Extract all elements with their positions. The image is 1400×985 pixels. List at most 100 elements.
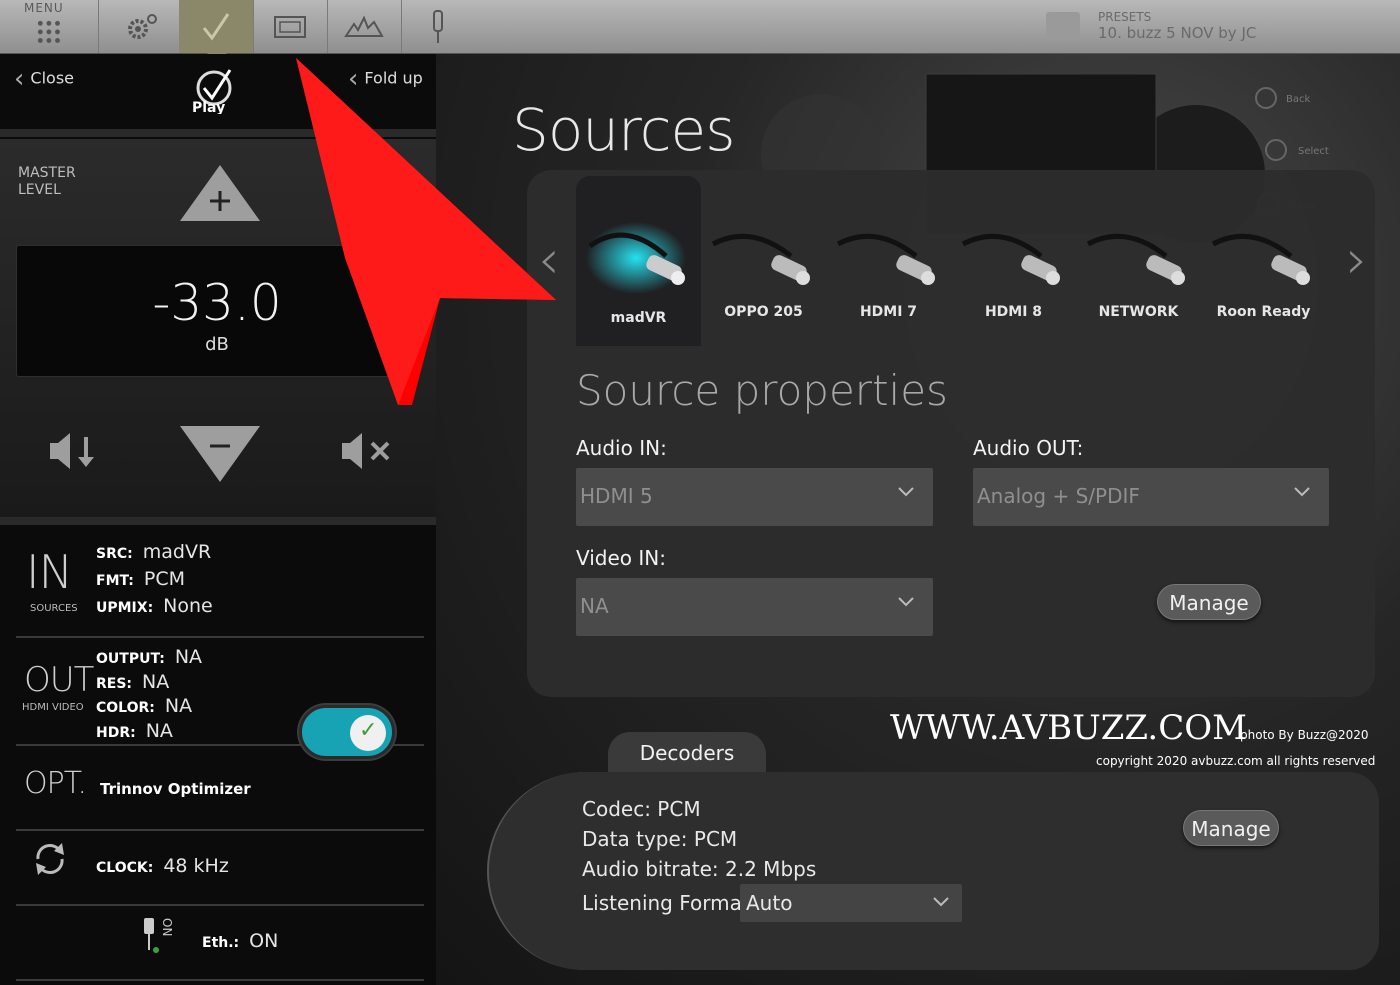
chevron-down-icon <box>933 897 949 907</box>
check-icon: ✓ <box>359 718 378 743</box>
sync-icon <box>36 843 64 875</box>
output-row: OUTPUT: NA <box>96 646 202 668</box>
hdr-value: NA <box>145 720 173 742</box>
video-in-value: NA <box>580 594 609 618</box>
play-logo: Play <box>192 69 232 114</box>
svg-text:Back: Back <box>1286 94 1310 105</box>
source-item-network[interactable]: NETWORK <box>1076 176 1201 346</box>
source-item-hdmi-8[interactable]: HDMI 8 <box>951 176 1076 346</box>
cable-icon <box>836 233 935 285</box>
svg-text:Select: Select <box>1298 146 1329 157</box>
source-item-oppo-205[interactable]: OPPO 205 <box>701 176 826 346</box>
audio-in-select[interactable]: HDMI 5 <box>576 468 933 526</box>
top-toolbar: MENU PRESETS 10. buzz 5 NOV by JC <box>0 0 1400 63</box>
gear-icon <box>128 13 157 39</box>
audio-out-select[interactable]: Analog + S/PDIF <box>973 468 1329 526</box>
volume-decrease-button[interactable] <box>48 431 98 471</box>
in-heading: IN <box>26 545 73 599</box>
upmix-key: UPMIX: <box>96 600 154 616</box>
chevron-left-icon: ‹ <box>14 64 25 94</box>
menu-label: MENU <box>24 1 64 15</box>
divider <box>0 517 436 525</box>
play-tab-button[interactable] <box>179 0 254 63</box>
color-key: COLOR: <box>96 700 155 716</box>
upmix-row: UPMIX: None <box>96 595 213 617</box>
cable-icon <box>1211 233 1310 285</box>
decoder-codec: Codec: PCM <box>582 797 701 821</box>
source-label: OPPO 205 <box>724 304 803 320</box>
watermark-copyright: copyright 2020 avbuzz.com all rights res… <box>1096 754 1376 768</box>
plug-icon <box>433 9 443 43</box>
source-item-hdmi-7[interactable]: HDMI 7 <box>826 176 951 346</box>
source-label: madVR <box>610 310 667 326</box>
close-button[interactable]: ‹ Close <box>14 64 74 94</box>
level-value: -33.0 <box>152 274 282 332</box>
cable-icon <box>1086 233 1185 285</box>
audio-out-label: Audio OUT: <box>973 436 1084 460</box>
eth-key: Eth.: <box>202 935 240 951</box>
output-value: NA <box>174 646 203 668</box>
divider <box>0 129 436 137</box>
source-item-madvr[interactable]: madVR <box>576 176 701 346</box>
clock-row: CLOCK: 48 kHz <box>96 855 229 877</box>
decoders-tab[interactable]: Decoders <box>608 732 766 776</box>
chevron-down-icon <box>898 597 914 607</box>
menu-button[interactable]: MENU <box>0 0 99 53</box>
fmt-key: FMT: <box>96 573 134 589</box>
video-in-select[interactable]: NA <box>576 578 933 636</box>
hdr-key: HDR: <box>96 725 136 741</box>
output-key: OUTPUT: <box>96 651 165 667</box>
presets-selector[interactable]: PRESETS 10. buzz 5 NOV by JC <box>1040 0 1400 53</box>
close-label: Close <box>30 68 74 88</box>
upmix-value: None <box>163 595 213 617</box>
source-manage-button[interactable]: Manage <box>1157 584 1261 620</box>
toggle-knob: ✓ <box>350 715 386 751</box>
source-label: NETWORK <box>1098 304 1179 320</box>
src-row: SRC: madVR <box>96 541 211 563</box>
optimizer-toggle[interactable]: ✓ <box>299 705 395 759</box>
presets-label: PRESETS <box>1098 10 1152 24</box>
listening-format-label: Listening Format: <box>582 891 757 915</box>
decoder-bitrate: Audio bitrate: 2.2 Mbps <box>582 857 817 881</box>
folder-icon <box>1046 12 1080 38</box>
fold-up-label: Fold up <box>364 68 423 88</box>
fmt-row: FMT: PCM <box>96 568 185 590</box>
grid-icon <box>36 19 62 45</box>
cable-icon <box>961 233 1060 285</box>
listening-format-select[interactable]: Auto <box>740 884 962 922</box>
opt-heading: OPT. <box>24 766 87 801</box>
cable-icon <box>586 222 686 294</box>
volume-down-button[interactable] <box>178 424 262 484</box>
out-subheading: HDMI VIDEO <box>22 702 84 713</box>
source-item-roon-ready[interactable]: Roon Ready <box>1201 176 1326 346</box>
decoder-manage-button[interactable]: Manage <box>1183 810 1279 846</box>
audio-in-value: HDMI 5 <box>580 484 653 508</box>
chevron-down-icon <box>1294 487 1310 497</box>
color-value: NA <box>164 695 193 717</box>
clock-block: CLOCK: 48 kHz <box>16 829 424 906</box>
res-row: RES: NA <box>96 671 169 693</box>
waveform-icon <box>344 15 384 37</box>
fmt-value: PCM <box>143 568 186 590</box>
waveform-button[interactable] <box>327 0 402 53</box>
optimizer-label: Trinnov Optimizer <box>100 780 251 798</box>
source-label: Roon Ready <box>1216 304 1311 320</box>
display-button[interactable] <box>253 0 328 53</box>
volume-up-button[interactable] <box>178 163 262 223</box>
res-value: NA <box>142 671 170 693</box>
src-key: SRC: <box>96 546 133 562</box>
mute-button[interactable] <box>340 431 394 471</box>
presets-value: 10. buzz 5 NOV by JC <box>1098 24 1257 42</box>
fold-up-button[interactable]: ‹ Fold up <box>348 64 423 94</box>
source-carousel: madVR OPPO 205 HDMI 7 HDMI 8 NETWORK Roo… <box>576 176 1356 346</box>
source-label: HDMI 7 <box>859 304 918 320</box>
color-row: COLOR: NA <box>96 695 192 717</box>
audio-out-value: Analog + S/PDIF <box>977 484 1140 508</box>
plug-button[interactable] <box>401 0 475 53</box>
res-key: RES: <box>96 676 133 692</box>
master-level-label: MASTER LEVEL <box>18 165 76 198</box>
prev-source-arrow[interactable]: ‹ <box>538 228 560 291</box>
settings-button[interactable] <box>105 0 180 53</box>
level-unit: dB <box>205 334 229 355</box>
video-in-label: Video IN: <box>576 546 666 570</box>
